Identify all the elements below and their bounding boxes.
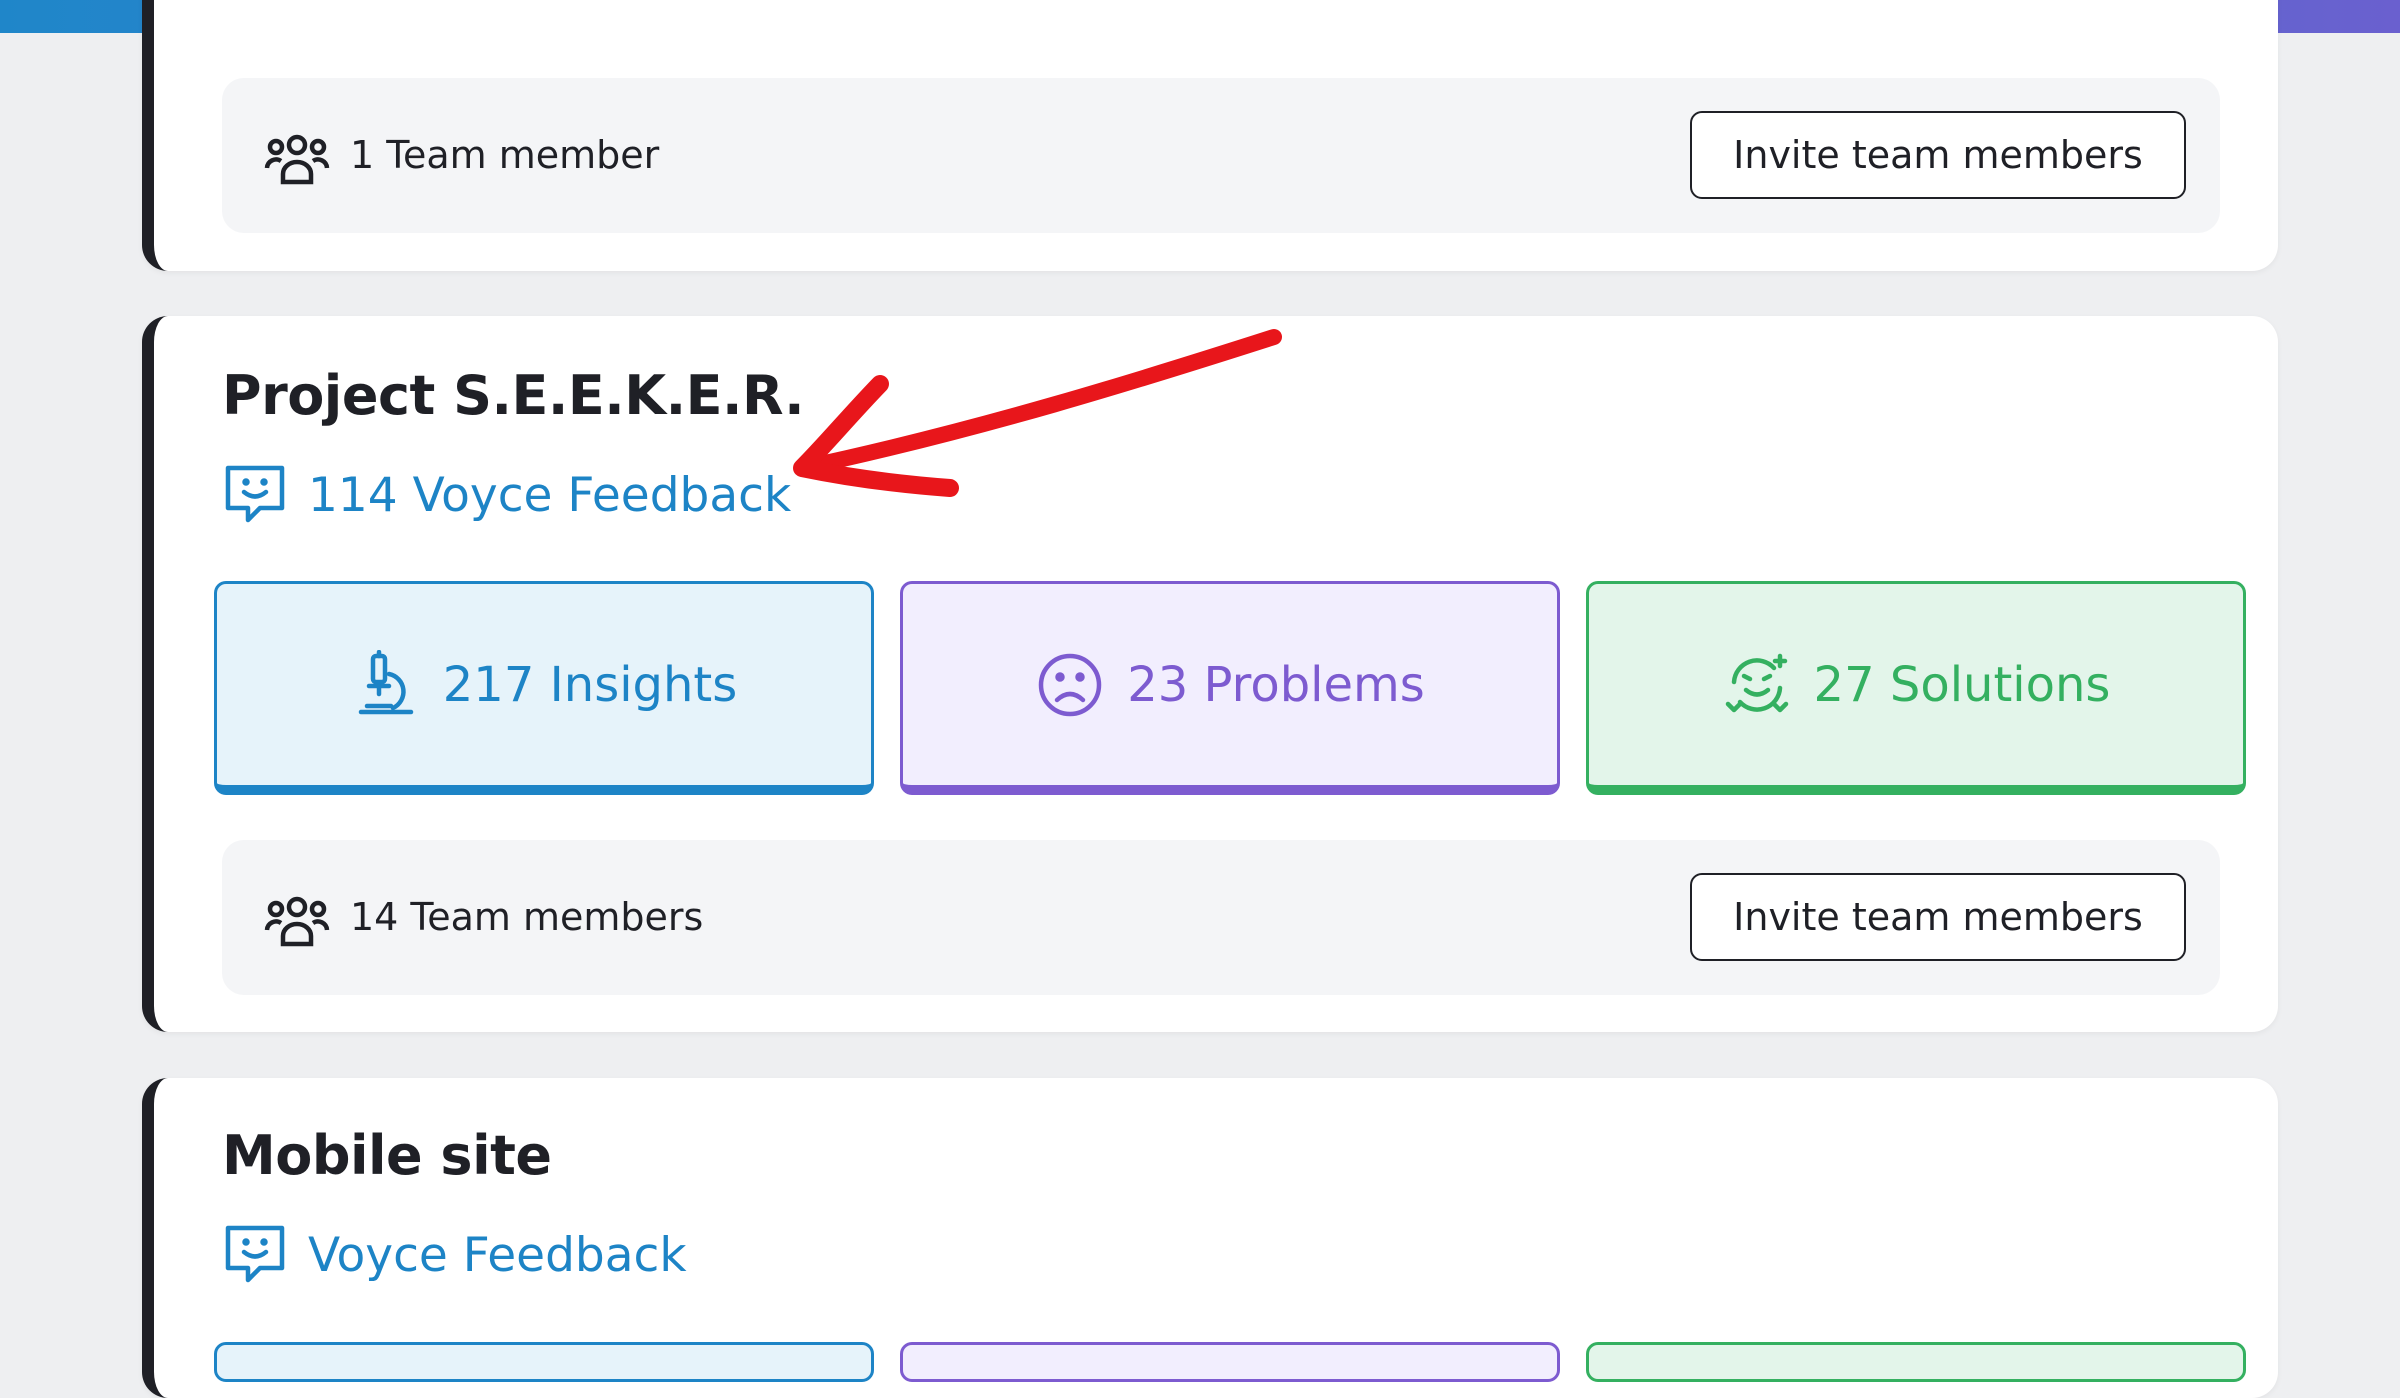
project-card: 1 Team member Invite team members: [142, 0, 2278, 271]
team-row: 1 Team member Invite team members: [222, 78, 2220, 233]
team-count: 14 Team members: [350, 895, 704, 939]
project-card: Project S.E.E.K.E.R. 114 Voyce Feedback: [142, 316, 2278, 1032]
people-icon: [264, 896, 330, 947]
team-count: 1 Team member: [350, 133, 660, 177]
solutions-label: 27 Solutions: [1813, 656, 2111, 713]
insights-tile[interactable]: [214, 1342, 874, 1382]
solutions-tile[interactable]: [1586, 1342, 2246, 1382]
invite-team-members-button[interactable]: Invite team members: [1690, 873, 2186, 961]
project-card: Mobile site Voyce Feedback: [142, 1078, 2278, 1398]
problems-tile[interactable]: [900, 1342, 1560, 1382]
microscope-icon: [358, 649, 413, 714]
solutions-tile[interactable]: 27 Solutions: [1586, 581, 2246, 795]
project-title: Project S.E.E.K.E.R.: [222, 364, 805, 427]
project-title: Mobile site: [222, 1124, 552, 1187]
problems-tile[interactable]: 23 Problems: [900, 581, 1560, 795]
insights-label: 217 Insights: [442, 656, 738, 713]
sad-face-icon: [1038, 653, 1102, 716]
insights-tile[interactable]: 217 Insights: [214, 581, 874, 795]
invite-team-members-button[interactable]: Invite team members: [1690, 111, 2186, 199]
chat-smile-icon: [225, 465, 285, 523]
problems-label: 23 Problems: [1127, 656, 1425, 713]
voyce-feedback-label: Voyce Feedback: [308, 1227, 687, 1283]
idea-face-icon: [1725, 653, 1788, 712]
chat-smile-icon: [225, 1225, 285, 1283]
team-row: 14 Team members Invite team members: [222, 840, 2220, 995]
voyce-feedback-link[interactable]: Voyce Feedback: [222, 1222, 687, 1288]
people-icon: [264, 134, 330, 185]
voyce-feedback-label: 114 Voyce Feedback: [308, 467, 792, 523]
voyce-feedback-link[interactable]: 114 Voyce Feedback: [222, 462, 791, 528]
